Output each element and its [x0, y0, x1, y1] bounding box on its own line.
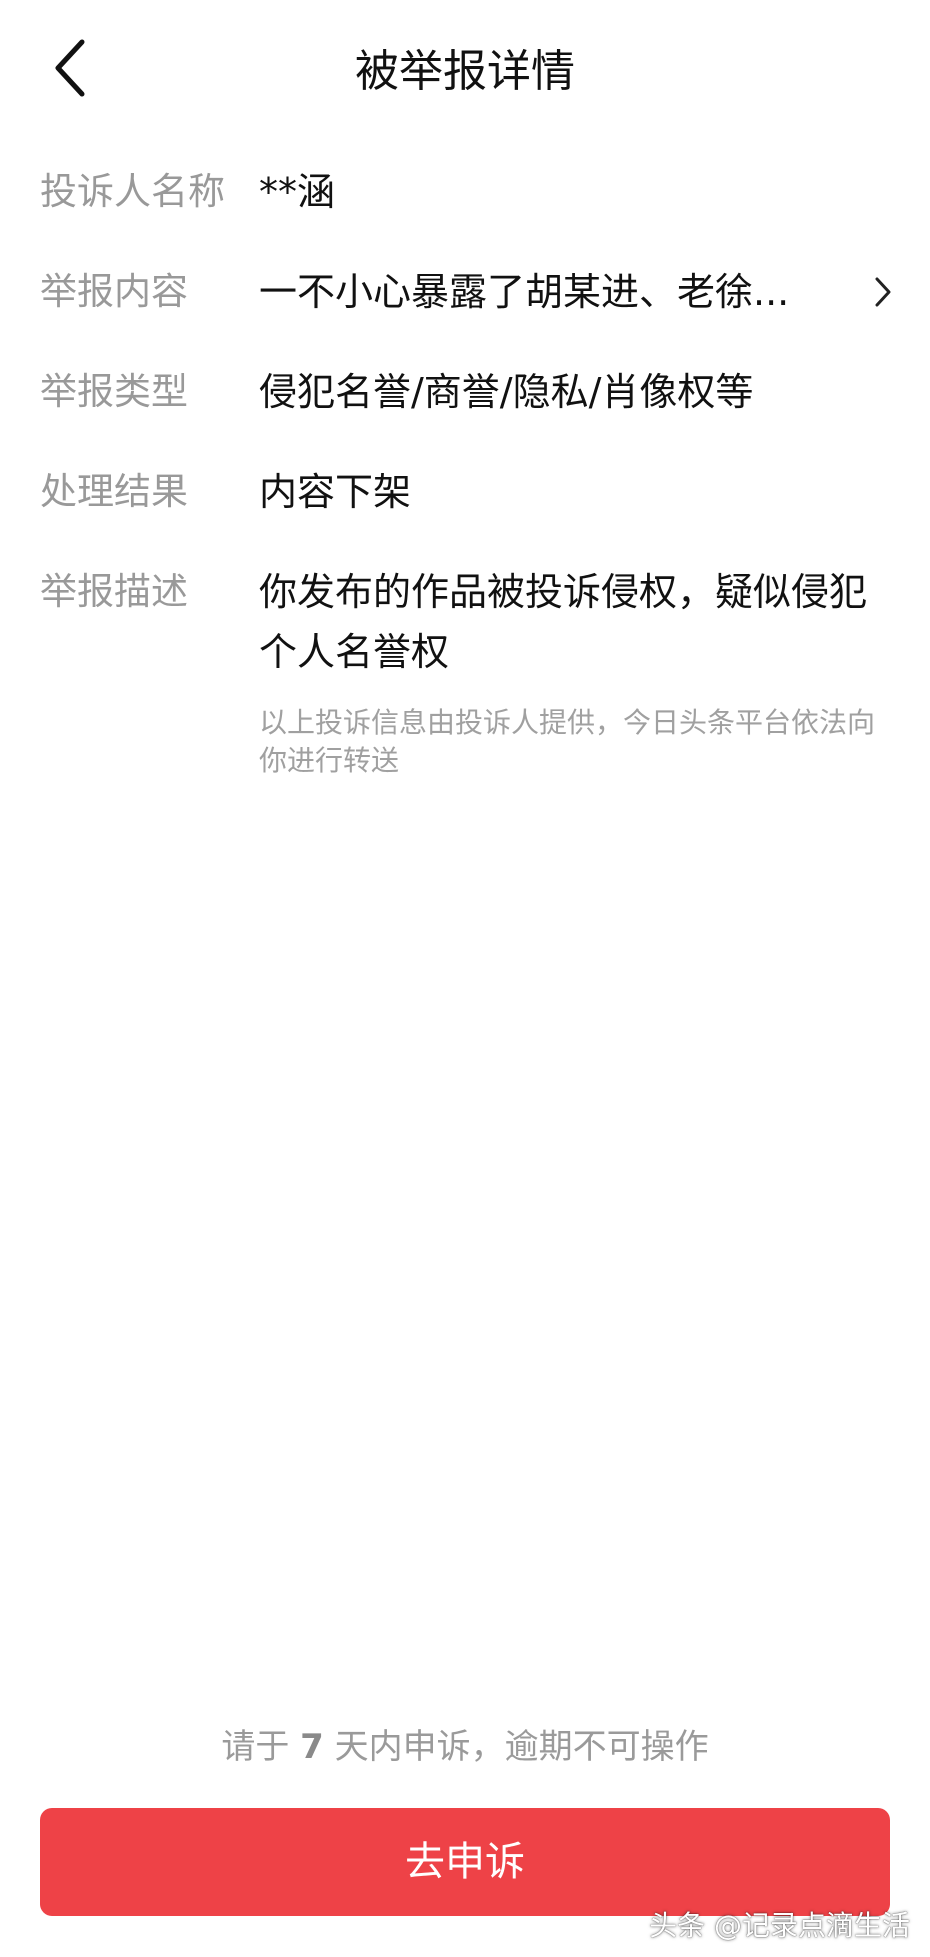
watermark: 头条 @记录点滴生活 [649, 1909, 910, 1942]
complainant-label: 投诉人名称 [40, 170, 225, 213]
complainant-value: **涵 [259, 170, 336, 214]
row-report-type: 举报类型 侵犯名誉/商誉/隐私/肖像权等 [40, 360, 900, 424]
result-label: 处理结果 [40, 470, 188, 513]
row-complainant: 投诉人名称 **涵 [40, 160, 900, 224]
report-type-label: 举报类型 [40, 370, 188, 413]
page-title: 被举报详情 [355, 46, 575, 97]
appeal-button[interactable]: 去申诉 [40, 1808, 890, 1916]
description-label: 举报描述 [40, 570, 188, 613]
header-bar: 被举报详情 [0, 0, 930, 140]
appeal-deadline-note: 请于 7 天内申诉，逾期不可操作 [0, 1722, 930, 1772]
row-description: 举报描述 你发布的作品被投诉侵权，疑似侵犯个人名誉权 [40, 560, 900, 682]
report-content-label: 举报内容 [40, 270, 188, 313]
description-note: 以上投诉信息由投诉人提供，今日头条平台依法向你进行转送 [259, 706, 876, 777]
deadline-suffix: 天内申诉，逾期不可操作 [323, 1727, 709, 1767]
row-result: 处理结果 内容下架 [40, 460, 900, 524]
report-details: 投诉人名称 **涵 举报内容 一不小心暴露了胡某进、老徐... 举报类型 侵犯名… [40, 160, 900, 780]
row-report-content[interactable]: 举报内容 一不小心暴露了胡某进、老徐... [40, 260, 900, 324]
deadline-days: 7 [300, 1727, 324, 1767]
report-content-value: 一不小心暴露了胡某进、老徐... [259, 270, 790, 314]
description-value: 你发布的作品被投诉侵权，疑似侵犯个人名誉权 [259, 570, 868, 674]
chevron-right-icon [872, 274, 894, 310]
report-type-value: 侵犯名誉/商誉/隐私/肖像权等 [259, 370, 754, 414]
deadline-prefix: 请于 [221, 1727, 301, 1767]
result-value: 内容下架 [259, 470, 412, 514]
